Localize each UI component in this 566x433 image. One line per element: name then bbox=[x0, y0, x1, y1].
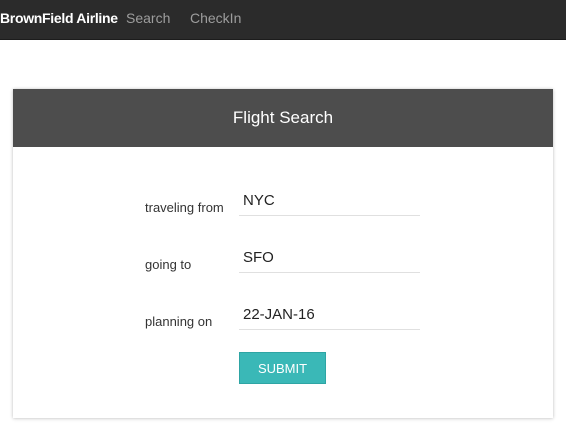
panel-title: Flight Search bbox=[232, 108, 334, 127]
date-label: planning on bbox=[145, 314, 213, 329]
flight-search-panel: Flight Search traveling from going to pl… bbox=[13, 89, 553, 418]
origin-input[interactable] bbox=[239, 186, 420, 216]
destination-input[interactable] bbox=[239, 243, 420, 273]
submit-button[interactable]: SUBMIT bbox=[239, 352, 326, 384]
date-input[interactable] bbox=[239, 300, 420, 330]
nav-link-checkin[interactable]: CheckIn bbox=[190, 10, 241, 26]
top-navbar: BrownField Airline Search CheckIn bbox=[0, 0, 566, 40]
panel-header: Flight Search bbox=[13, 89, 553, 147]
origin-label: traveling from bbox=[145, 200, 224, 215]
brand-link[interactable]: BrownField Airline bbox=[0, 10, 118, 26]
destination-label: going to bbox=[145, 257, 192, 272]
nav-link-search[interactable]: Search bbox=[126, 10, 170, 26]
